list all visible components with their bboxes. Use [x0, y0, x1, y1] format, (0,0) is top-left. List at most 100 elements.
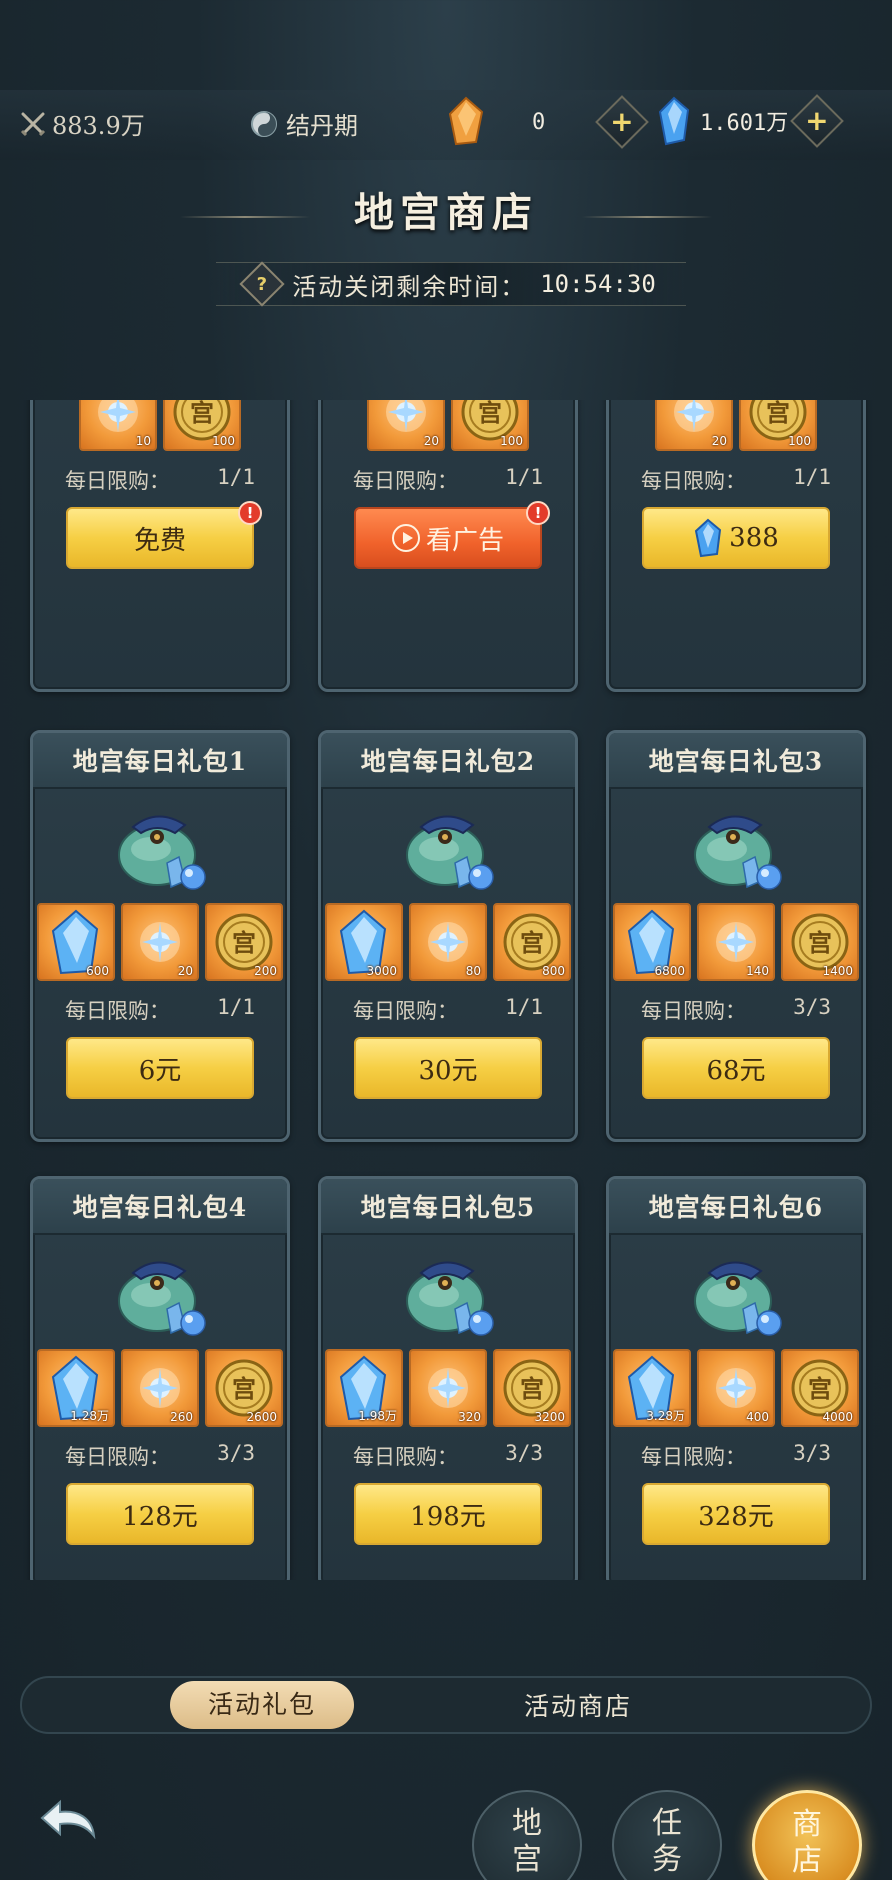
buy-button[interactable]: 30元: [354, 1037, 542, 1099]
nav-shop[interactable]: 商 店: [752, 1790, 862, 1880]
page-title: 地宫商店: [354, 189, 538, 236]
crossed-swords-icon: [20, 112, 46, 136]
item-quantity: 10: [135, 434, 151, 448]
shop-card: 10 宫 100 每日限购： 1/1 免费!: [30, 400, 290, 692]
purchase-limit: 每日限购： 3/3: [353, 1441, 543, 1469]
nav-palace[interactable]: 地 宫: [472, 1790, 582, 1880]
purchase-limit: 每日限购： 3/3: [641, 995, 831, 1023]
shop-card: 20 宫 100 每日限购： 1/1 388: [606, 400, 866, 692]
add-crystal-button[interactable]: +: [790, 94, 845, 148]
item-quantity: 3.28万: [646, 1409, 685, 1423]
buy-button[interactable]: 免费!: [66, 501, 262, 569]
item-quantity: 1400: [822, 964, 853, 978]
shop-grid[interactable]: 10 宫 100 每日限购： 1/1 免费! 20 宫 100 每日限购： 1/1 看广告! 20 宫…: [0, 400, 892, 1580]
buy-button[interactable]: 128元: [66, 1483, 254, 1545]
card-title: 地宫每日礼包4: [33, 1179, 287, 1235]
reward-item[interactable]: 20: [121, 903, 199, 981]
buy-button[interactable]: 68元: [642, 1037, 830, 1099]
card-title: 地宫每日礼包1: [33, 733, 287, 789]
gift-pack-card: 地宫每日礼包1 600 20 宫 200 每日限购： 1/1 6元: [30, 730, 290, 1142]
buy-button[interactable]: 看广告!: [354, 501, 550, 569]
reward-item[interactable]: 宫 100: [163, 400, 241, 451]
add-amber-button[interactable]: +: [595, 95, 650, 149]
reward-item[interactable]: 20: [655, 400, 733, 451]
reward-item[interactable]: 320: [409, 1349, 487, 1427]
reward-item[interactable]: 3.28万: [613, 1349, 691, 1427]
gift-bag-icon: [681, 1243, 791, 1343]
price-label: 68元: [706, 1055, 766, 1086]
reward-item[interactable]: 宫 1400: [781, 903, 859, 981]
reward-item[interactable]: 600: [37, 903, 115, 981]
reward-item[interactable]: 260: [121, 1349, 199, 1427]
item-quantity: 200: [254, 964, 277, 978]
item-quantity: 1.98万: [358, 1409, 397, 1423]
back-button[interactable]: [34, 1792, 100, 1848]
help-icon[interactable]: ?: [239, 261, 285, 307]
item-quantity: 140: [746, 964, 769, 978]
card-title: 地宫每日礼包2: [321, 733, 575, 789]
alert-badge: !: [526, 501, 550, 525]
buy-button[interactable]: 388: [642, 507, 830, 569]
item-quantity: 6800: [654, 964, 685, 978]
item-quantity: 20: [711, 434, 727, 448]
reward-item[interactable]: 宫 800: [493, 903, 571, 981]
buy-button[interactable]: 328元: [642, 1483, 830, 1545]
svg-text:宫: 宫: [232, 1374, 256, 1403]
svg-text:宫: 宫: [520, 928, 544, 957]
reward-item[interactable]: 400: [697, 1349, 775, 1427]
buy-button[interactable]: 6元: [66, 1037, 254, 1099]
price-label: 328元: [698, 1501, 774, 1532]
reward-item[interactable]: 宫 4000: [781, 1349, 859, 1427]
crystal-count: 1.601万: [700, 111, 789, 136]
buy-button[interactable]: 198元: [354, 1483, 542, 1545]
shop-tabs: 活动礼包 活动商店: [20, 1676, 872, 1734]
shop-card: 20 宫 100 每日限购： 1/1 看广告!: [318, 400, 578, 692]
back-arrow-icon: [40, 1799, 96, 1840]
reward-item[interactable]: 宫 2600: [205, 1349, 283, 1427]
tab-event-shop[interactable]: 活动商店: [524, 1687, 632, 1723]
reward-item[interactable]: 宫 100: [739, 400, 817, 451]
reward-item[interactable]: 宫 200: [205, 903, 283, 981]
yin-yang-icon: [251, 110, 277, 137]
item-quantity: 20: [177, 964, 193, 978]
reward-item[interactable]: 宫 3200: [493, 1349, 571, 1427]
timer-label: 活动关闭剩余时间：: [292, 272, 527, 301]
play-icon: [391, 524, 420, 552]
reward-item[interactable]: 3000: [325, 903, 403, 981]
gift-pack-card: 地宫每日礼包4 1.28万 260 宫 2600 每日限购： 3/3 128元: [30, 1176, 290, 1580]
resource-bar: 883.9万 结丹期 0 + 1.601万 +: [0, 90, 892, 160]
svg-text:宫: 宫: [808, 928, 832, 957]
gift-pack-card: 地宫每日礼包5 1.98万 320 宫 3200 每日限购： 3/3 198元: [318, 1176, 578, 1580]
combat-power-value: 883.9万: [52, 112, 145, 140]
nav-task[interactable]: 任 务: [612, 1790, 722, 1880]
gift-pack-card: 地宫每日礼包6 3.28万 400 宫 4000 每日限购： 3/3 328元: [606, 1176, 866, 1580]
cultivation-stage[interactable]: 结丹期: [250, 106, 358, 141]
price-label: 128元: [122, 1501, 198, 1532]
gift-pack-card: 地宫每日礼包2 3000 80 宫 800 每日限购： 1/1 30元: [318, 730, 578, 1142]
item-quantity: 4000: [822, 1410, 853, 1424]
item-quantity: 800: [542, 964, 565, 978]
reward-item[interactable]: 80: [409, 903, 487, 981]
reward-item[interactable]: 宫 100: [451, 400, 529, 451]
svg-text:宫: 宫: [520, 1374, 544, 1403]
price-label: 198元: [410, 1501, 486, 1532]
purchase-limit: 每日限购： 1/1: [65, 995, 255, 1023]
crystal-resource: 1.601万 +: [656, 94, 845, 148]
gift-bag-icon: [393, 797, 503, 897]
amber-resource: 0 +: [446, 95, 650, 149]
reward-item[interactable]: 10: [79, 400, 157, 451]
reward-item[interactable]: 6800: [613, 903, 691, 981]
svg-text:宫: 宫: [808, 1374, 832, 1403]
reward-item[interactable]: 1.28万: [37, 1349, 115, 1427]
item-quantity: 400: [746, 1410, 769, 1424]
purchase-limit: 每日限购： 1/1: [353, 995, 543, 1023]
crystal-icon: [695, 518, 722, 558]
svg-text:宫: 宫: [232, 928, 256, 957]
reward-item[interactable]: 140: [697, 903, 775, 981]
reward-item[interactable]: 1.98万: [325, 1349, 403, 1427]
card-title: 地宫每日礼包3: [609, 733, 863, 789]
card-title: 地宫每日礼包6: [609, 1179, 863, 1235]
amber-count: 0: [532, 109, 546, 135]
reward-item[interactable]: 20: [367, 400, 445, 451]
tab-event-packs[interactable]: 活动礼包: [170, 1681, 354, 1729]
